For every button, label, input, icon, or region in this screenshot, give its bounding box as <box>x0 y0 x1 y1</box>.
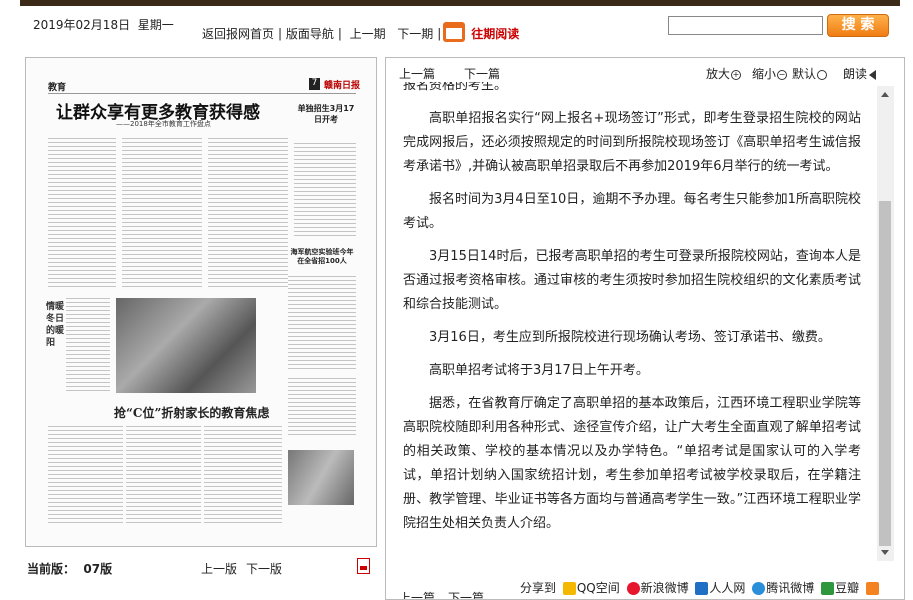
paper-photo-small <box>288 450 354 505</box>
article-paragraph: 3月15日14时后，已报考高职单招的考生可登录所报院校网站，查询本人是否通过报考… <box>403 249 861 312</box>
qzone-icon[interactable] <box>562 582 576 595</box>
zoom-in-button[interactable]: 放大 + <box>706 65 742 82</box>
speaker-icon <box>869 69 877 80</box>
article-paragraph: 高职单招考试将于3月17日上午开考。 <box>429 363 649 378</box>
page-footer: 当前版： 07版 上一版 下一版 <box>25 558 377 578</box>
zoom-out-button[interactable]: 缩小 − <box>752 65 788 82</box>
scroll-thumb[interactable] <box>879 201 891 546</box>
circle-icon <box>817 69 828 80</box>
tencent-weibo-icon[interactable] <box>752 582 766 595</box>
bottom-prev-article-link[interactable]: 上一篇 <box>399 589 435 599</box>
douban-icon[interactable] <box>821 582 835 595</box>
share-label: 分享到 <box>520 581 557 595</box>
article-paragraph: 3月16日，考生应到所报院校进行现场确认考场、签订承诺书、缴费。 <box>429 330 831 345</box>
prev-article-link[interactable]: 上一篇 <box>399 65 435 82</box>
more-share-icon[interactable] <box>865 582 879 595</box>
paper-text-block <box>288 378 356 438</box>
nav-past-issues-link[interactable]: 往期阅读 <box>471 27 519 41</box>
paper-text-block <box>204 426 282 526</box>
paper-text-block <box>66 298 110 393</box>
article-paragraph: 据悉，在省教育厅确定了高职单招的基本政策后，江西环境工程职业学院等高职院校随即利… <box>403 396 861 531</box>
paper-text-block <box>48 138 116 288</box>
renren-icon[interactable] <box>695 582 709 595</box>
article-scrollbar[interactable] <box>877 86 894 561</box>
read-aloud-button[interactable]: 朗读 <box>843 65 877 82</box>
article-text: 报名资格的考生。高职单招报名实行“网上报名+现场签订”形式，即考生登录招生院校的… <box>403 82 861 542</box>
article-paragraph: 报名资格的考生。 <box>403 82 508 93</box>
share-weibo[interactable]: 新浪微博 <box>641 581 689 595</box>
nav-prev-issue-link[interactable]: 上一期 <box>350 27 386 41</box>
article-paragraph: 报名时间为3月4日至10日，逾期不予办理。每名考生只能参加1所高职院校考试。 <box>403 192 861 231</box>
default-size-button[interactable]: 默认 <box>792 65 828 82</box>
prev-page-link[interactable]: 上一版 <box>201 560 237 577</box>
paper-subhead: ——2018年全市教育工作盘点 <box>116 120 211 128</box>
newspaper-page-image[interactable]: 教育 7 赣南日报 让群众享有更多教育获得感 ——2018年全市教育工作盘点 单… <box>26 58 376 546</box>
next-page-link[interactable]: 下一版 <box>246 560 282 577</box>
paper-box-headline[interactable]: 海军航空实验班今年在全省招100人 <box>288 248 356 266</box>
search-button[interactable]: 搜 索 <box>827 14 889 37</box>
article-paragraph: 高职单招报名实行“网上报名+现场签订”形式，即考生登录招生院校的网站完成网报后，… <box>403 111 861 174</box>
paper-text-block <box>122 138 202 288</box>
nav-layout-link[interactable]: 版面导航 <box>286 27 334 41</box>
pdf-icon[interactable] <box>357 558 370 574</box>
article-toolbar: 上一篇 下一篇 放大 + 缩小 − 默认 朗读 <box>386 58 904 84</box>
share-qzone[interactable]: QQ空间 <box>577 581 620 595</box>
share-douban[interactable]: 豆瓣 <box>835 581 859 595</box>
date-display: 2019年02月18日 星期一 <box>33 18 174 32</box>
scroll-down-icon[interactable] <box>881 550 889 555</box>
next-article-link[interactable]: 下一篇 <box>464 65 500 82</box>
scroll-up-icon[interactable] <box>881 92 889 97</box>
paper-page-number: 7 <box>309 78 320 90</box>
header-bar: 2019年02月18日 星期一 返回报网首页 | 版面导航 | 上一期 下一期 | 往期… <box>0 6 913 46</box>
search-input[interactable] <box>668 16 823 35</box>
newspaper-page-panel: 教育 7 赣南日报 让群众享有更多教育获得感 ——2018年全市教育工作盘点 单… <box>25 57 377 547</box>
paper-section: 教育 <box>48 83 67 93</box>
paper-text-block <box>288 276 356 371</box>
article-body[interactable]: 报名资格的考生。高职单招报名实行“网上报名+现场签订”形式，即考生登录招生院校的… <box>388 82 876 542</box>
weibo-icon[interactable] <box>626 582 640 595</box>
paper-logo: 赣南日报 <box>324 81 361 91</box>
paper-photo <box>116 298 256 393</box>
share-tencent-weibo[interactable]: 腾讯微博 <box>766 581 814 595</box>
nav-home-link[interactable]: 返回报网首页 <box>202 27 274 41</box>
share-renren[interactable]: 人人网 <box>709 581 745 595</box>
current-page-indicator: 当前版： 07版 <box>27 562 113 576</box>
calendar-icon[interactable] <box>443 22 466 42</box>
paper-side-headline[interactable]: 单独招生3月17日开考 <box>296 103 356 125</box>
paper-second-headline[interactable]: 抢“C位”折射家长的教育焦虑 <box>114 404 269 421</box>
plus-icon: + <box>731 69 742 80</box>
top-nav: 返回报网首页 | 版面导航 | 上一期 下一期 | 往期阅读 <box>202 22 523 44</box>
nav-next-issue-link[interactable]: 下一期 <box>397 27 433 41</box>
paper-text-block <box>294 143 356 238</box>
share-bar: 分享到 QQ空间 新浪微博 人人网 腾讯微博 豆瓣 <box>520 579 880 596</box>
minus-icon: − <box>777 69 788 80</box>
paper-side-column[interactable]: 情暖冬日的暖阳 <box>46 301 64 349</box>
paper-text-block <box>208 138 288 288</box>
paper-text-block <box>126 426 201 526</box>
article-panel: 上一篇 下一篇 放大 + 缩小 − 默认 朗读 报名资格的考生。高职单招报名实行“网… <box>385 57 905 600</box>
paper-text-block <box>48 426 123 526</box>
bottom-next-article-link[interactable]: 下一篇 <box>448 589 484 599</box>
